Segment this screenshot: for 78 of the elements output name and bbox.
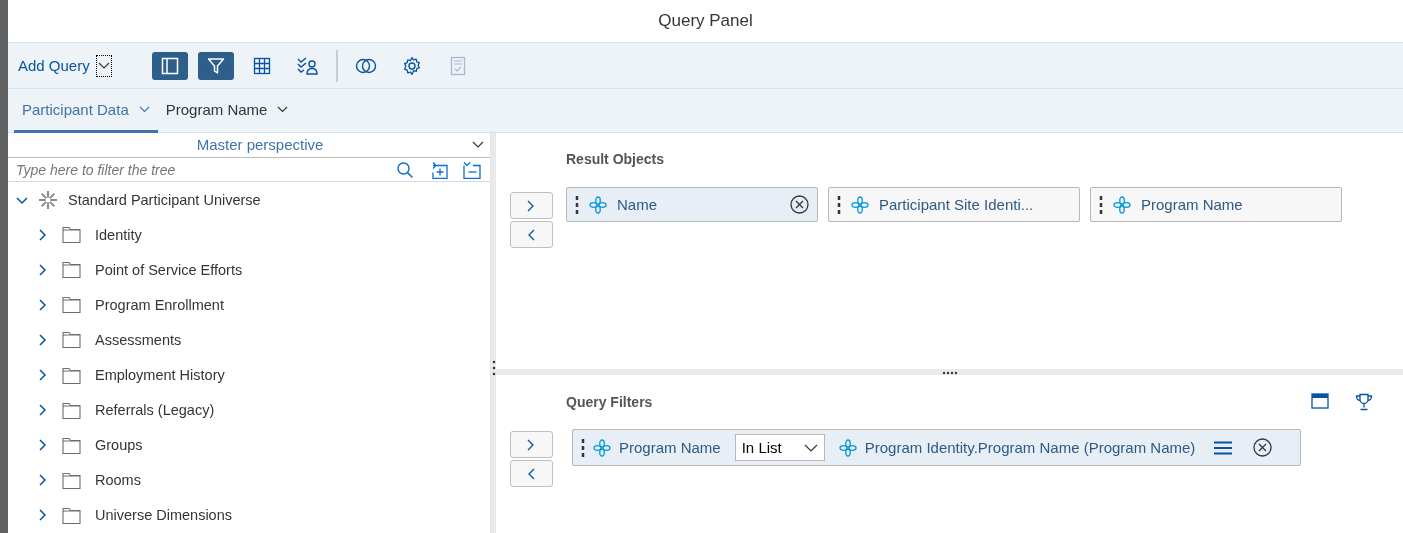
remove-icon[interactable]	[790, 195, 809, 214]
dimension-icon	[593, 438, 611, 457]
dropdown-button[interactable]	[95, 54, 112, 77]
caret-icon	[97, 61, 110, 70]
chevron-icon[interactable]	[36, 404, 48, 417]
folder-icon	[62, 331, 81, 349]
chevron-icon[interactable]	[36, 263, 48, 276]
chevron-icon[interactable]	[36, 509, 48, 522]
tab[interactable]: Program Name	[157, 89, 297, 133]
drag-handle-icon[interactable]	[575, 194, 579, 215]
chevron-icon[interactable]	[36, 474, 48, 487]
filter-value: Program Identity.Program Name (Program Name)	[864, 439, 1196, 456]
dimension-icon	[851, 195, 869, 214]
user-checks-icon	[296, 56, 319, 75]
chevron-right-icon	[527, 199, 535, 212]
window-icon[interactable]	[1311, 393, 1329, 409]
rings-icon	[354, 57, 377, 74]
chevron-icon[interactable]	[36, 439, 48, 452]
outline-button[interactable]	[151, 51, 188, 80]
folder-icon	[62, 436, 81, 454]
filter-icon	[206, 56, 225, 75]
result-object-chip[interactable]: Participant Site Identi...	[828, 187, 1080, 222]
folder-icon	[62, 401, 81, 419]
splitter-handle-icon[interactable]	[491, 359, 496, 377]
folder-icon	[62, 226, 81, 244]
folder-icon	[62, 296, 81, 314]
tree-item[interactable]: Point of Service Efforts	[8, 252, 490, 288]
tree-item[interactable]: Rooms	[8, 462, 490, 498]
menu-icon[interactable]	[1213, 440, 1234, 455]
caret-icon	[277, 106, 289, 113]
search-icon[interactable]	[396, 160, 414, 179]
search-field[interactable]: Type here to filter the tree	[8, 160, 382, 179]
result-object-chip[interactable]: Program Name	[1090, 187, 1342, 222]
section-title: Result Objects	[566, 151, 666, 167]
drag-handle-icon[interactable]	[581, 437, 585, 458]
sidebar-icon	[160, 56, 179, 75]
tree-item[interactable]: Groups	[8, 427, 490, 463]
settings-icon	[401, 55, 422, 76]
folder-icon	[62, 506, 81, 524]
chevron-icon[interactable]	[36, 334, 48, 346]
result-object-chip[interactable]: Name	[566, 187, 818, 222]
filter-button[interactable]	[197, 51, 234, 80]
caret-icon	[803, 443, 818, 452]
grid-icon	[252, 56, 271, 75]
window-title: Query Panel	[658, 11, 753, 31]
folder-icon	[62, 366, 81, 384]
chevron-icon[interactable]	[36, 369, 48, 382]
folder-icon	[62, 261, 81, 279]
dimension-icon	[589, 195, 607, 214]
filter-object: Program Name	[619, 439, 721, 456]
chevron-right-icon	[527, 438, 535, 451]
tree-item[interactable]: Referrals (Legacy)	[8, 392, 490, 428]
tree-item[interactable]: Assessments	[8, 322, 490, 358]
remove-icon[interactable]	[1253, 438, 1273, 457]
tree-item[interactable]: Universe Dimensions	[8, 497, 490, 533]
tree-item[interactable]: Identity	[8, 217, 490, 253]
chevron-icon[interactable]	[36, 228, 48, 241]
dimension-icon	[1113, 195, 1131, 214]
universe-icon	[38, 189, 58, 210]
section-title: Query Filters	[566, 394, 653, 410]
operator-dropdown[interactable]: In List	[734, 434, 825, 461]
collapse-all-icon[interactable]	[462, 160, 482, 179]
chevron-left-icon	[527, 228, 535, 241]
tree-item[interactable]: Standard Participant Universe	[8, 182, 490, 218]
chevron-left-icon	[527, 467, 535, 480]
splitter-handle-icon[interactable]	[941, 371, 958, 375]
drag-handle-icon[interactable]	[1099, 194, 1103, 215]
folder-icon	[62, 471, 81, 489]
add-query-button[interactable]: Add Query	[18, 57, 90, 74]
caret-icon	[472, 140, 484, 149]
chevron-icon[interactable]	[36, 298, 48, 311]
tree-item[interactable]: Employment History	[8, 357, 490, 393]
caret-icon	[138, 106, 150, 113]
drag-handle-icon[interactable]	[837, 194, 841, 215]
dimension-icon	[838, 438, 857, 457]
tree-item[interactable]: Program Enrollment	[8, 287, 490, 323]
document-check-icon	[449, 55, 466, 76]
trophy-icon[interactable]	[1355, 393, 1373, 411]
